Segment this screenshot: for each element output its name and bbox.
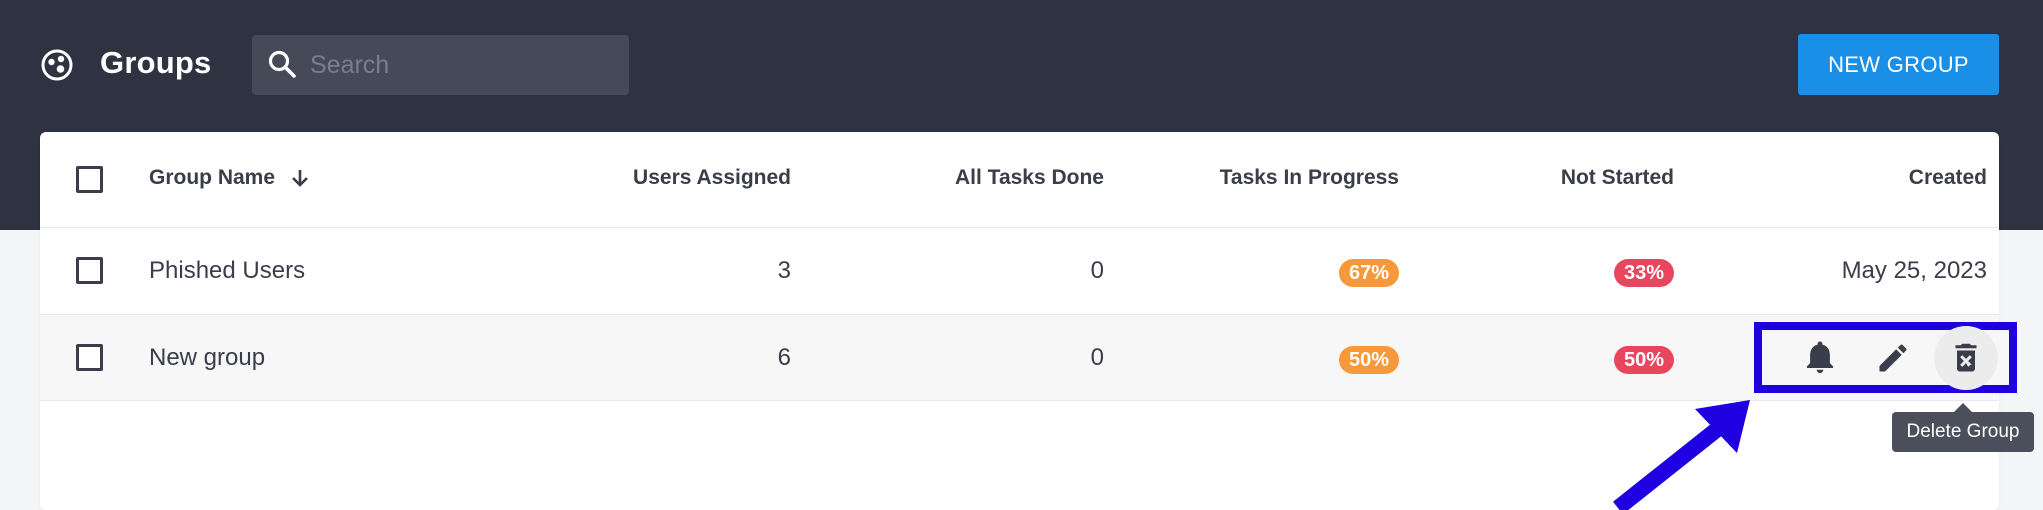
column-header-users-assigned[interactable]: Users Assigned	[633, 166, 791, 190]
group-name[interactable]: Phished Users	[149, 257, 305, 285]
users-assigned-value: 6	[777, 344, 791, 371]
delete-icon	[1955, 343, 1977, 372]
all-tasks-done-value: 0	[1090, 257, 1104, 284]
new-group-button[interactable]: NEW GROUP	[1798, 34, 1999, 95]
group-name[interactable]: New group	[149, 344, 265, 372]
column-header-tasks-in-progress[interactable]: Tasks In Progress	[1220, 166, 1399, 190]
column-header-not-started[interactable]: Not Started	[1561, 166, 1674, 190]
table-row[interactable]: New group 6 0 50% 50%	[40, 315, 1999, 401]
groups-logo-icon	[41, 49, 73, 81]
column-header-label: Group Name	[149, 166, 276, 189]
sort-arrow-down-icon[interactable]	[289, 167, 311, 189]
not-started-badge: 33%	[1613, 259, 1674, 287]
search-icon	[268, 50, 296, 78]
row-actions-highlight	[1754, 322, 2017, 393]
bell-icon[interactable]	[1802, 340, 1838, 376]
search-input[interactable]	[310, 35, 620, 95]
table-row[interactable]: Phished Users 3 0 67% 33% May 25, 2023	[40, 228, 1999, 315]
table-header: Group Name Users Assigned All Tasks Done…	[40, 132, 1999, 228]
row-checkbox[interactable]	[76, 344, 103, 371]
delete-group-tooltip: Delete Group	[1892, 403, 2034, 452]
search-box[interactable]	[252, 35, 629, 95]
annotation-arrow	[1613, 400, 1750, 510]
column-header-all-tasks-done[interactable]: All Tasks Done	[955, 166, 1104, 190]
page-title: Groups	[100, 45, 212, 80]
column-header-created[interactable]: Created	[1909, 166, 1987, 190]
column-header-group-name[interactable]: Group Name	[149, 166, 311, 190]
delete-group-button[interactable]	[1934, 326, 1998, 390]
select-all-checkbox[interactable]	[76, 166, 103, 193]
all-tasks-done-value: 0	[1090, 344, 1104, 371]
users-assigned-value: 3	[777, 257, 791, 284]
row-checkbox[interactable]	[76, 257, 103, 284]
not-started-badge: 50%	[1613, 346, 1674, 374]
tasks-in-progress-badge: 50%	[1338, 346, 1399, 374]
pencil-icon[interactable]	[1875, 340, 1911, 376]
tasks-in-progress-badge: 67%	[1338, 259, 1399, 287]
created-date: May 25, 2023	[1841, 257, 1987, 284]
